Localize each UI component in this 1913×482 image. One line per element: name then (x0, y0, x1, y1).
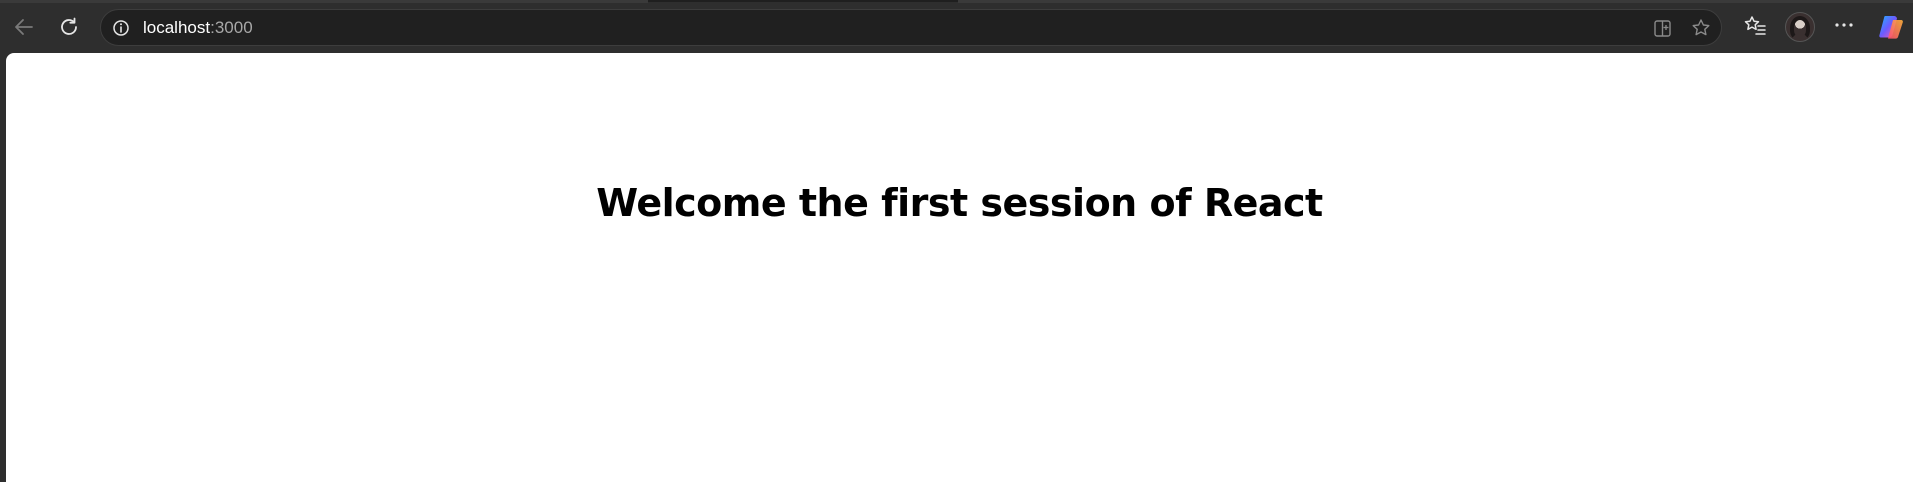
page-viewport: Welcome the first session of React (6, 53, 1913, 482)
address-host: localhost (143, 18, 211, 37)
page-heading: Welcome the first session of React (596, 181, 1323, 225)
address-port: :3000 (210, 18, 253, 37)
address-url[interactable]: localhost:3000 (143, 18, 253, 38)
copilot-icon (1877, 16, 1905, 45)
star-icon[interactable] (1690, 17, 1712, 39)
reload-button[interactable] (51, 9, 87, 45)
copilot-button[interactable] (1877, 13, 1905, 41)
address-bar[interactable]: localhost:3000 (100, 9, 1722, 46)
back-button[interactable] (6, 9, 42, 45)
split-screen-icon[interactable] (1652, 17, 1674, 39)
more-button[interactable] (1829, 12, 1859, 42)
site-info-icon[interactable] (111, 18, 131, 38)
reload-icon (57, 15, 81, 39)
avatar-hair (1790, 16, 1810, 40)
avatar[interactable] (1785, 12, 1815, 42)
browser-toolbar: localhost:3000 (0, 0, 1913, 53)
back-arrow-icon (12, 15, 36, 39)
favorites-list-icon (1743, 13, 1767, 42)
more-icon (1832, 13, 1856, 42)
browser-window: localhost:3000 Welcome the first session… (0, 0, 1913, 482)
favorites-button[interactable] (1740, 12, 1770, 42)
